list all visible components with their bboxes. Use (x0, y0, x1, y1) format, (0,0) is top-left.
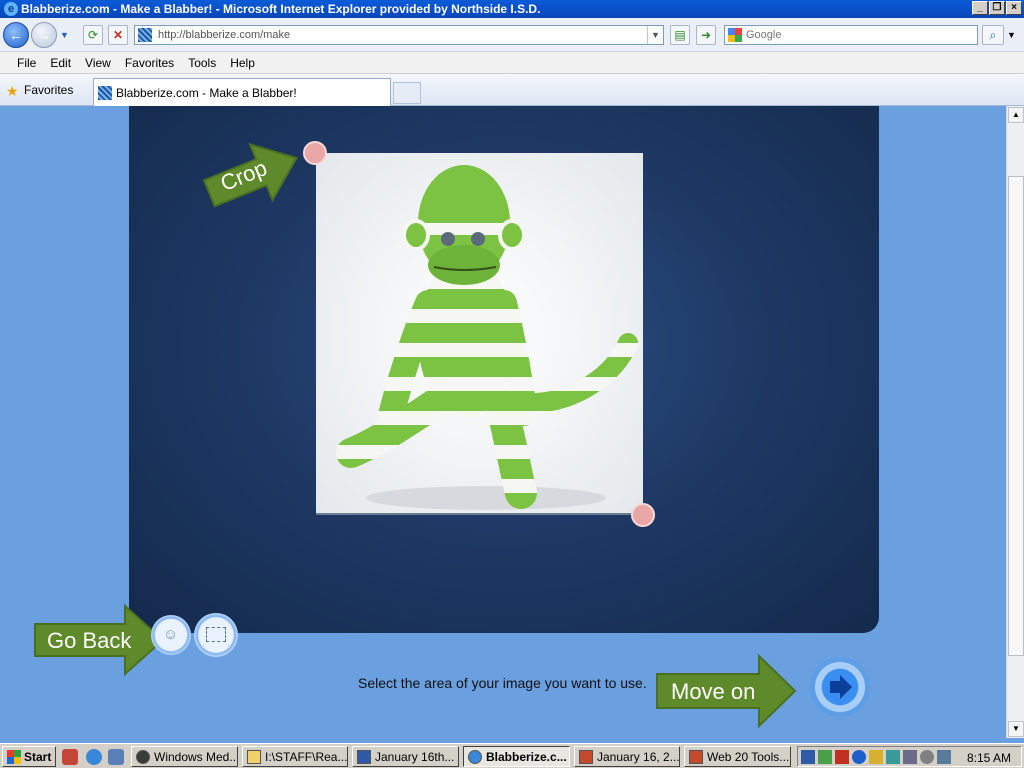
menu-favorites[interactable]: Favorites (118, 56, 181, 70)
task-staff-folder[interactable]: I:\STAFF\Rea... (242, 746, 348, 767)
power-icon[interactable] (937, 749, 951, 764)
task-label: Web 20 Tools... (707, 749, 790, 764)
menu-bar: File Edit View Favorites Tools Help (0, 52, 1024, 74)
task-word-doc[interactable]: January 16th... (352, 746, 459, 767)
compatibility-view-button[interactable]: ▤ (670, 25, 690, 45)
search-options-dropdown-icon[interactable]: ▼ (1007, 30, 1016, 40)
tab-blabberize[interactable]: Blabberize.com - Make a Blabber! (93, 78, 391, 106)
forward-button[interactable]: → (31, 22, 57, 48)
task-blabberize[interactable]: Blabberize.c... (463, 746, 570, 767)
crop-handle-top-left[interactable] (303, 141, 327, 165)
bluetooth-icon[interactable] (852, 749, 866, 764)
refresh-icon: ⟳ (87, 28, 99, 42)
next-arrow-icon (830, 675, 852, 699)
page-icon: ▤ (674, 28, 686, 42)
quicklaunch-ie-icon[interactable] (86, 749, 102, 765)
forward-arrow-icon: → (37, 27, 51, 43)
menu-file[interactable]: File (10, 56, 43, 70)
volume-icon[interactable] (920, 749, 934, 764)
word-document-icon (357, 749, 371, 764)
taskbar: Start Windows Med... I:\STAFF\Rea... Jan… (0, 743, 1024, 768)
media-player-icon (136, 749, 150, 764)
new-tab-button[interactable] (393, 82, 421, 104)
language-icon[interactable] (801, 749, 815, 764)
back-button[interactable]: ← (3, 22, 29, 48)
task-windows-media[interactable]: Windows Med... (131, 746, 238, 767)
move-on-label: Move on (671, 679, 756, 704)
task-label: January 16, 2... (597, 749, 680, 764)
navigation-toolbar: ← → ▼ ⟳ ✕ http://blabberize.com/make ▼ ▤… (0, 18, 1024, 52)
close-button[interactable]: × (1006, 1, 1022, 15)
search-box[interactable]: Google (724, 25, 978, 45)
menu-view[interactable]: View (78, 56, 118, 70)
crop-handle-bottom-right[interactable] (631, 503, 655, 527)
task-label: Blabberize.c... (486, 749, 567, 764)
ie-window-icon (468, 749, 482, 764)
window-controls: _ ❐ × (972, 1, 1022, 15)
powerpoint-icon (579, 749, 593, 764)
task-label: January 16th... (375, 749, 455, 764)
sock-monkey-image (316, 153, 643, 513)
quicklaunch-desktop-icon[interactable] (108, 749, 124, 765)
tab-favicon-icon (98, 85, 112, 100)
history-dropdown-icon[interactable]: ▼ (60, 30, 69, 40)
go-back-label: Go Back (47, 628, 132, 653)
network-icon[interactable] (886, 749, 900, 764)
site-favicon-icon (138, 28, 152, 42)
system-tray: 8:15 AM (797, 746, 1022, 767)
refresh-button[interactable]: ⟳ (83, 25, 103, 45)
folder-icon (247, 749, 261, 764)
crop-frame-button[interactable] (194, 613, 238, 657)
task-label: I:\STAFF\Rea... (265, 749, 348, 764)
task-powerpoint[interactable]: January 16, 2... (574, 746, 680, 767)
minimize-button[interactable]: _ (972, 1, 988, 15)
blabber-face-icon: ☺ (163, 626, 179, 643)
tab-title: Blabberize.com - Make a Blabber! (116, 85, 297, 100)
stop-icon: ✕ (112, 28, 124, 42)
go-button[interactable]: ➜ (696, 25, 716, 45)
search-button[interactable]: ⌕ (982, 25, 1004, 45)
favorites-button[interactable]: Favorites (24, 83, 73, 97)
task-label: Windows Med... (154, 749, 238, 764)
uploaded-photo[interactable] (316, 153, 643, 515)
move-on-button[interactable] (810, 657, 870, 717)
display-icon[interactable] (903, 749, 917, 764)
quicklaunch-media-icon[interactable] (62, 749, 78, 765)
scroll-thumb[interactable] (1008, 176, 1024, 656)
back-arrow-icon: ← (9, 27, 23, 43)
go-back-button[interactable]: ☺ (151, 615, 191, 655)
tray-app-icon[interactable] (818, 749, 832, 764)
google-icon (728, 28, 742, 42)
start-button[interactable]: Start (2, 746, 56, 767)
vertical-scrollbar[interactable]: ▲ ▼ (1006, 106, 1024, 738)
scroll-up-button[interactable]: ▲ (1008, 107, 1024, 123)
window-title-bar: e Blabberize.com - Make a Blabber! - Mic… (0, 0, 1024, 18)
task-web-tools[interactable]: Web 20 Tools... (684, 746, 791, 767)
search-icon: ⌕ (989, 27, 997, 42)
powerpoint-icon (689, 749, 703, 764)
favorites-star-icon[interactable]: ★ (6, 83, 19, 100)
go-arrow-icon: ➜ (700, 28, 712, 42)
window-title: Blabberize.com - Make a Blabber! - Micro… (21, 2, 541, 16)
address-input[interactable]: http://blabberize.com/make (158, 29, 290, 41)
address-dropdown-icon[interactable]: ▼ (647, 26, 663, 44)
menu-tools[interactable]: Tools (181, 56, 223, 70)
start-label: Start (24, 749, 52, 764)
instruction-text: Select the area of your image you want t… (358, 675, 647, 691)
ie-logo-icon: e (4, 2, 18, 16)
page-viewport: Crop Go Back ☺ Select the area of your i… (0, 106, 1006, 738)
menu-help[interactable]: Help (223, 56, 262, 70)
address-bar[interactable]: http://blabberize.com/make ▼ (134, 25, 664, 45)
menu-edit[interactable]: Edit (43, 56, 78, 70)
search-input[interactable]: Google (746, 29, 781, 41)
favorites-bar: ★ Favorites Blabberize.com - Make a Blab… (0, 74, 1024, 106)
crop-frame-icon (206, 627, 226, 642)
security-shield-icon[interactable] (869, 749, 883, 764)
restore-button[interactable]: ❐ (989, 1, 1005, 15)
tray-alert-icon[interactable] (835, 749, 849, 764)
windows-flag-icon (7, 749, 21, 764)
scroll-down-button[interactable]: ▼ (1008, 721, 1024, 737)
clock: 8:15 AM (966, 751, 1011, 765)
stop-button[interactable]: ✕ (108, 25, 128, 45)
